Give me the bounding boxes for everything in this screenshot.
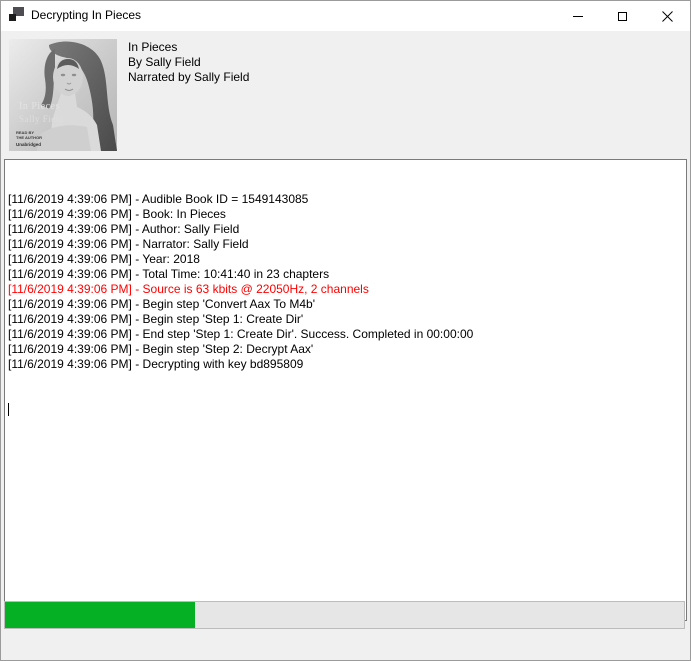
log-line: [11/6/2019 4:39:06 PM] - Year: 2018 [8, 252, 683, 267]
book-author: By Sally Field [128, 55, 249, 70]
cover-author-text: Sally Field [19, 114, 64, 124]
book-cover-art: In Pieces Sally Field READ BY THE AUTHOR… [9, 39, 117, 151]
log-lines: [11/6/2019 4:39:06 PM] - Audible Book ID… [8, 192, 683, 372]
progress-fill [5, 602, 195, 628]
caption-buttons [555, 1, 690, 31]
log-line: [11/6/2019 4:39:06 PM] - Book: In Pieces [8, 207, 683, 222]
log-line: [11/6/2019 4:39:06 PM] - Source is 63 kb… [8, 282, 683, 297]
log-line: [11/6/2019 4:39:06 PM] - Begin step 'Ste… [8, 342, 683, 357]
minimize-icon [573, 16, 583, 17]
maximize-icon [618, 12, 627, 21]
maximize-button[interactable] [600, 1, 645, 31]
log-line: [11/6/2019 4:39:06 PM] - Begin step 'Con… [8, 297, 683, 312]
log-line: [11/6/2019 4:39:06 PM] - Narrator: Sally… [8, 237, 683, 252]
log-line: [11/6/2019 4:39:06 PM] - Audible Book ID… [8, 192, 683, 207]
log-line: [11/6/2019 4:39:06 PM] - End step 'Step … [8, 327, 683, 342]
close-button[interactable] [645, 1, 690, 31]
log-caret-line [8, 402, 683, 417]
book-cover-image: In Pieces Sally Field READ BY THE AUTHOR… [9, 39, 117, 151]
progress-bar [4, 601, 685, 629]
minimize-button[interactable] [555, 1, 600, 31]
book-title: In Pieces [128, 40, 249, 55]
app-icon-square-bottom [9, 14, 16, 21]
log-textbox[interactable]: [11/6/2019 4:39:06 PM] - Audible Book ID… [4, 159, 687, 621]
app-icon [9, 7, 25, 23]
app-window: Decrypting In Pieces [0, 0, 691, 661]
book-info: In Pieces By Sally Field Narrated by Sal… [128, 40, 249, 85]
log-line: [11/6/2019 4:39:06 PM] - Total Time: 10:… [8, 267, 683, 282]
book-narrator: Narrated by Sally Field [128, 70, 249, 85]
window-title: Decrypting In Pieces [31, 1, 141, 31]
cover-title-text: In Pieces [19, 101, 60, 112]
close-icon [662, 11, 673, 22]
cover-badge-line3: Unabridged [16, 142, 41, 147]
log-line: [11/6/2019 4:39:06 PM] - Author: Sally F… [8, 222, 683, 237]
log-line: [11/6/2019 4:39:06 PM] - Begin step 'Ste… [8, 312, 683, 327]
text-caret [8, 403, 9, 416]
cover-badge-line2: THE AUTHOR [16, 135, 42, 140]
title-bar[interactable]: Decrypting In Pieces [1, 1, 690, 31]
log-line: [11/6/2019 4:39:06 PM] - Decrypting with… [8, 357, 683, 372]
